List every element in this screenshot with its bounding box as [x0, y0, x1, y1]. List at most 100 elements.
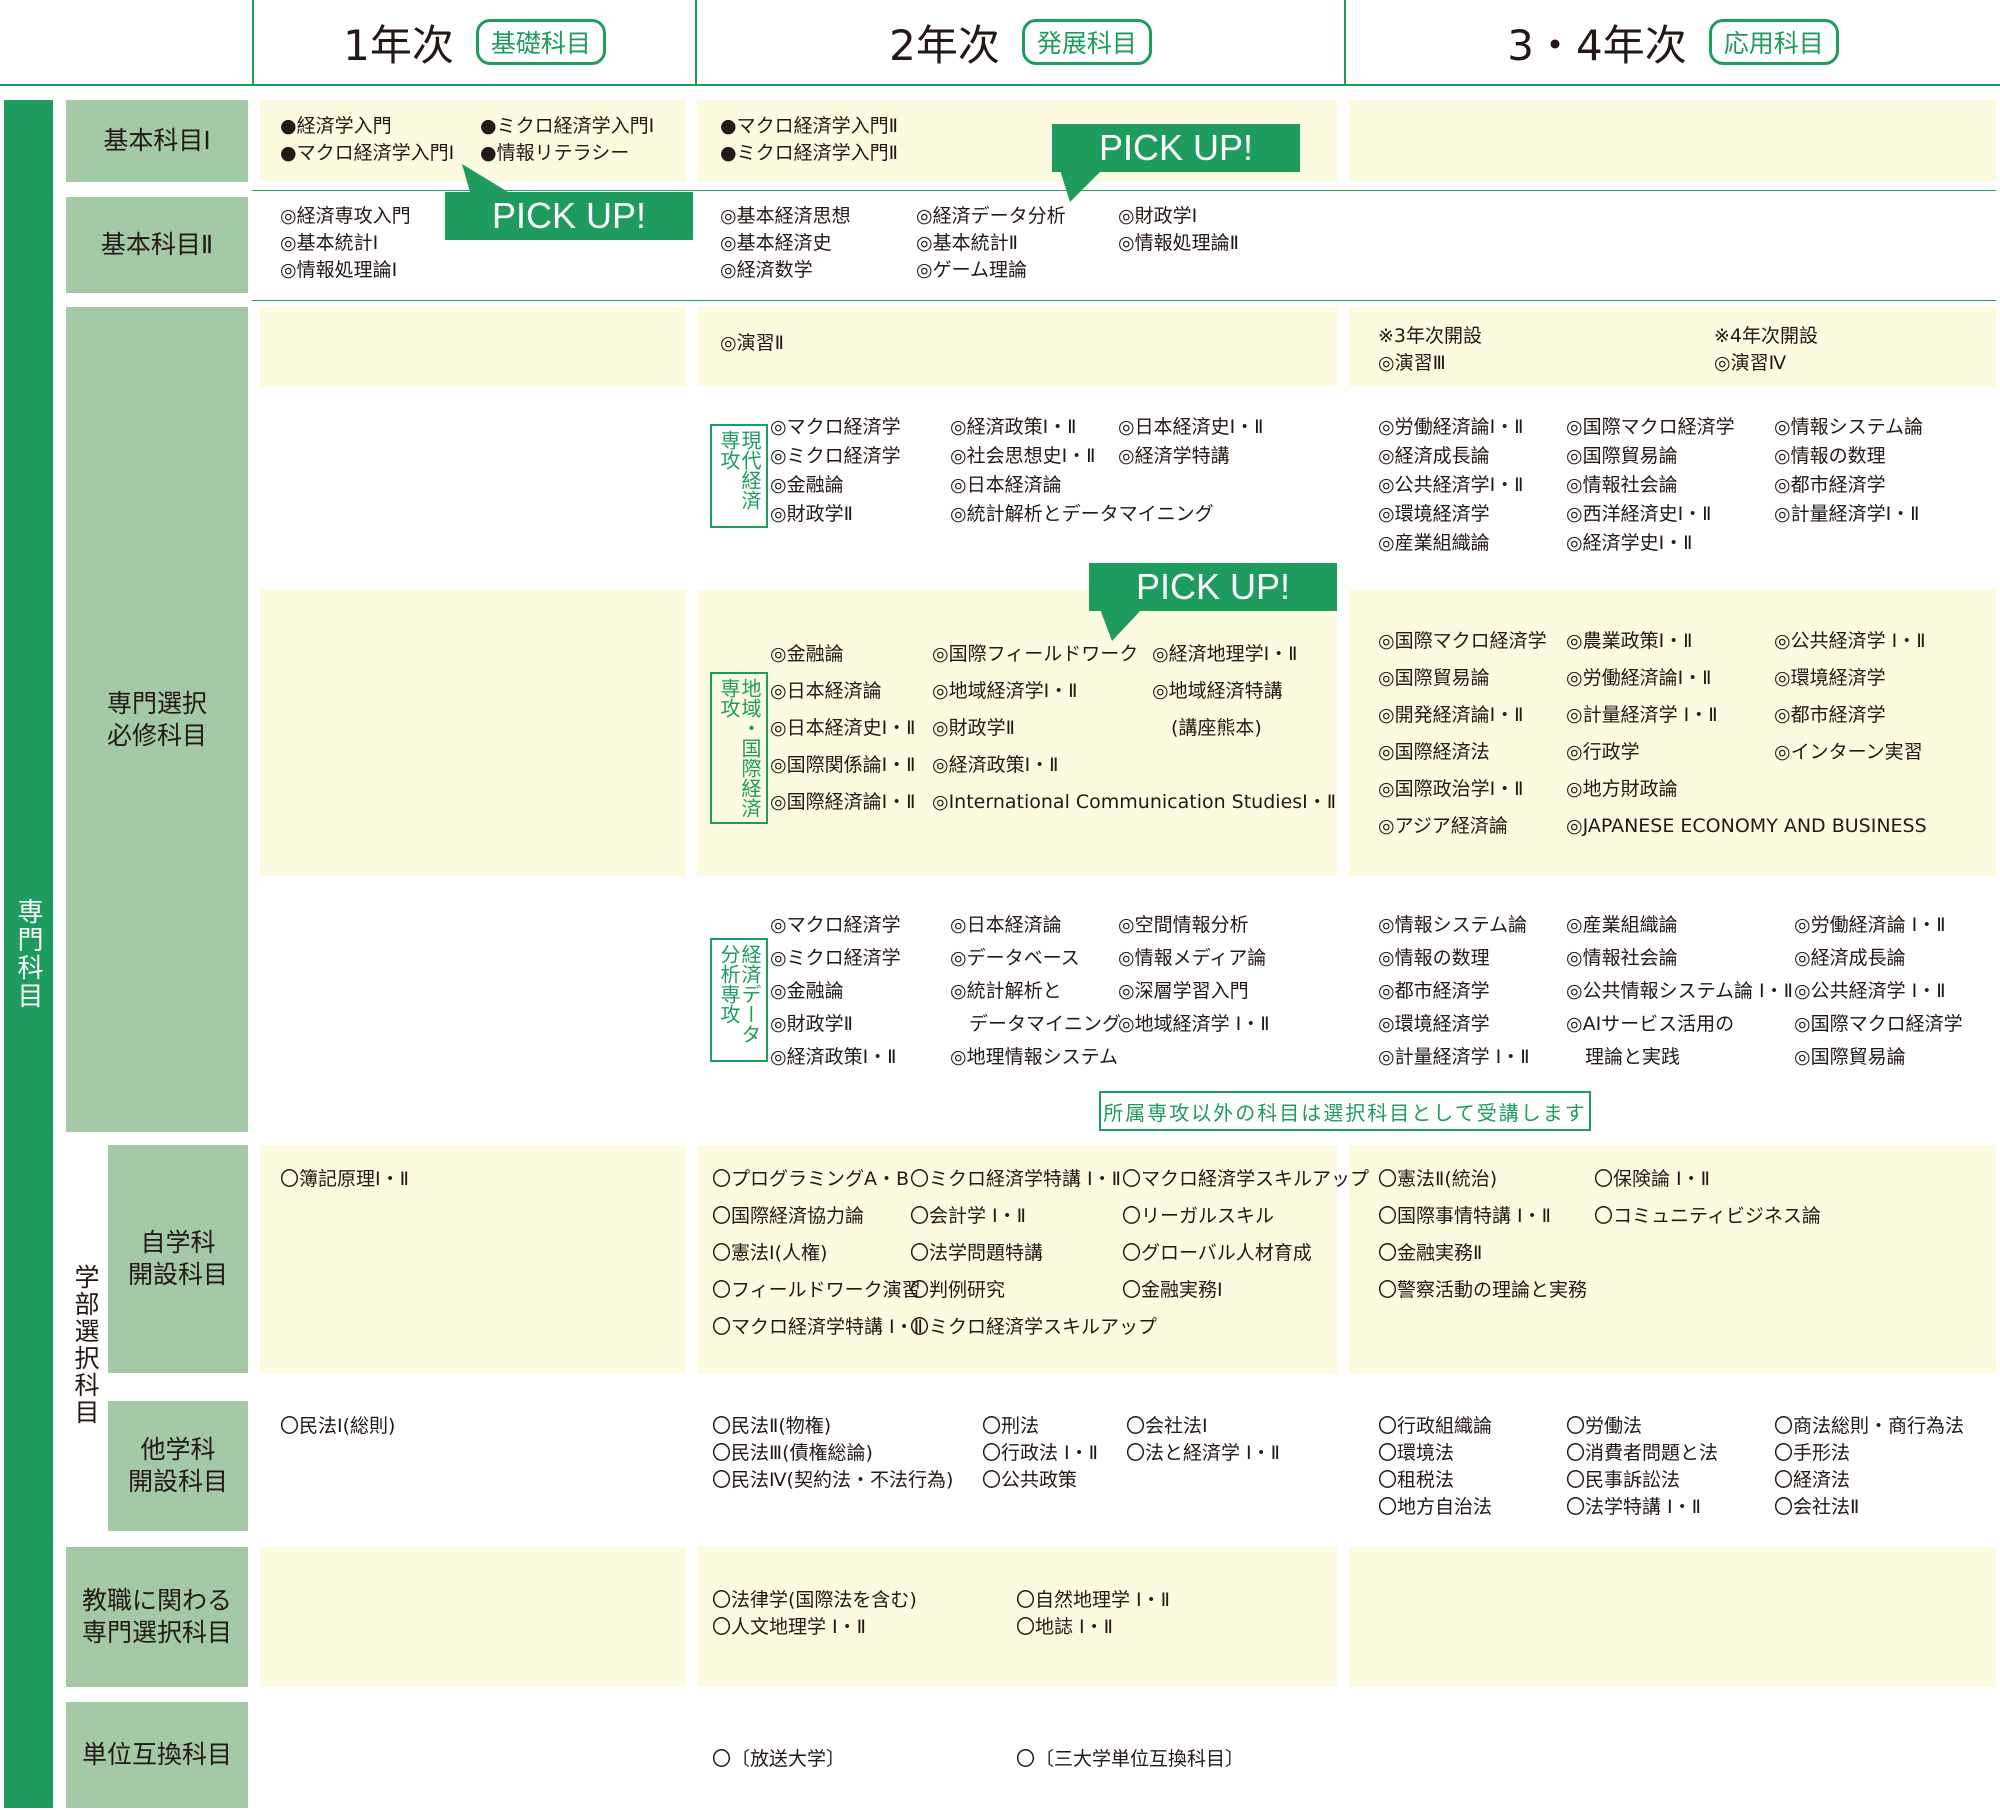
list-item: ◎ゲーム理論 [916, 259, 1028, 281]
list-item: ◎都市経済学 [1774, 474, 1886, 496]
list-item: ◎マクロ経済学 [770, 416, 901, 438]
list-item: ◎産業組織論 [1566, 914, 1678, 936]
credit-y2-col1: 〇〔放送大学〕 [712, 1746, 845, 1773]
list-item: ◎International Communication StudiesⅠ・Ⅱ [932, 791, 1337, 813]
major-tag-label: 経済データ分析専攻 [717, 944, 762, 1044]
list-item: ◎情報システム論 [1378, 914, 1528, 936]
teacher-y2-col1: 〇法律学(国際法を含む) 〇人文地理学 Ⅰ・Ⅱ [712, 1587, 917, 1641]
list-item: ◎公共経済学Ⅰ・Ⅱ [1378, 474, 1524, 496]
list-item: ◎日本経済論 [950, 914, 1062, 936]
list-item: 〇警察活動の理論と実務 [1378, 1279, 1588, 1301]
list-item: ◎公共情報システム論 Ⅰ・Ⅱ [1566, 980, 1794, 1002]
list-item: ◎経済データ分析 [916, 205, 1066, 227]
list-item: ◎経済地理学Ⅰ・Ⅱ [1152, 643, 1298, 665]
row-label-required: 専門選択 必修科目 [66, 307, 248, 1132]
list-item: ◎西洋経済史Ⅰ・Ⅱ [1566, 503, 1712, 525]
list-item: 〇民法Ⅲ(債権総論) [712, 1442, 873, 1464]
analysis-y34-col2: ◎産業組織論 ◎情報社会論 ◎公共情報システム論 Ⅰ・Ⅱ ◎AIサービス活用の … [1566, 909, 1793, 1074]
list-item: ◎国際マクロ経済学 [1378, 630, 1547, 652]
row-label-basic1: 基本科目Ⅰ [66, 100, 248, 182]
list-item: ◎財政学Ⅱ [770, 503, 853, 525]
list-item: ◎情報処理論Ⅰ [280, 259, 398, 281]
list-item: ◎金融論 [770, 474, 844, 496]
own-y34-col2: 〇保険論 Ⅰ・Ⅱ 〇コミュニティビジネス論 [1594, 1161, 1821, 1235]
list-item: ◎基本経済思想 [720, 205, 851, 227]
list-item: 〇国際事情特講 Ⅰ・Ⅱ [1378, 1205, 1551, 1227]
list-item: 〇刑法 [982, 1415, 1040, 1437]
list-item: 〇行政法 Ⅰ・Ⅱ [982, 1442, 1098, 1464]
basic2-y2-col3: ◎財政学Ⅰ ◎情報処理論Ⅱ [1118, 203, 1239, 257]
year-header-1: 1年次 基礎科目 [254, 0, 695, 84]
list-item: ◎金融論 [770, 643, 844, 665]
list-item: ◎地域経済学 Ⅰ・Ⅱ [1118, 1013, 1270, 1035]
list-item: ◎日本経済史Ⅰ・Ⅱ [1118, 416, 1264, 438]
pickup-badge-3: PICK UP! [1089, 563, 1337, 611]
row-divider [252, 300, 1996, 301]
list-item: ◎インターン実習 [1774, 741, 1923, 763]
seminar-note: ※4年次開設 [1714, 325, 1819, 347]
other-y2-col1: 〇民法Ⅱ(物権) 〇民法Ⅲ(債権総論) 〇民法Ⅳ(契約法・不法行為) [712, 1413, 953, 1494]
section-senmon: 専門科目 [4, 100, 53, 1808]
list-item: 〇ミクロ経済学特講 Ⅰ・Ⅱ [910, 1168, 1121, 1190]
list-item: ◎地理情報システム [950, 1046, 1119, 1068]
list-item: ◎地域経済特講 [1152, 680, 1283, 702]
list-item: ◎環境経済学 [1378, 503, 1490, 525]
list-item: 〇法と経済学 Ⅰ・Ⅱ [1126, 1442, 1280, 1464]
list-item: ◎経済政策Ⅰ・Ⅱ [770, 1046, 897, 1068]
list-item: ◎地方財政論 [1566, 778, 1678, 800]
list-item: ●マクロ経済学入門Ⅰ [280, 142, 455, 164]
basic1-y2-col1: ●マクロ経済学入門Ⅱ ●ミクロ経済学入門Ⅱ [720, 113, 898, 167]
list-item: ◎基本統計Ⅱ [916, 232, 1018, 254]
list-item: 〇商法総則・商行為法 [1774, 1415, 1965, 1437]
list-item: 〇金融実務Ⅰ [1122, 1279, 1223, 1301]
list-item: 〇消費者問題と法 [1566, 1442, 1719, 1464]
list-item: ◎情報の数理 [1378, 947, 1490, 969]
year-header-2: 2年次 発展科目 [697, 0, 1344, 84]
year-label: 3・4年次 [1507, 20, 1687, 70]
list-item: ◎公共経済学 Ⅰ・Ⅱ [1774, 630, 1926, 652]
basic1-y1-col2: ●ミクロ経済学入門Ⅰ ●情報リテラシー [480, 113, 654, 167]
list-item: ◎公共経済学 Ⅰ・Ⅱ [1794, 980, 1946, 1002]
list-item: 〇手形法 [1774, 1442, 1851, 1464]
list-item: ◎都市経済学 [1774, 704, 1886, 726]
other-y34-col3: 〇商法総則・商行為法 〇手形法 〇経済法 〇会社法Ⅱ [1774, 1413, 1964, 1521]
other-y34-col1: 〇行政組織論 〇環境法 〇租税法 〇地方自治法 [1378, 1413, 1492, 1521]
credit-y2-col2: 〇〔三大学単位互換科目〕 [1016, 1746, 1244, 1773]
list-item: 〇リーガルスキル [1122, 1205, 1275, 1227]
list-item: 〇民法Ⅰ(総則) [280, 1415, 396, 1437]
list-item: ●ミクロ経済学入門Ⅰ [480, 115, 655, 137]
list-item: 〇会社法Ⅱ [1774, 1496, 1860, 1518]
modern-y34-col3: ◎情報システム論 ◎情報の数理 ◎都市経済学 ◎計量経済学Ⅰ・Ⅱ [1774, 413, 1923, 529]
list-item: ◎国際マクロ経済学 [1794, 1013, 1963, 1035]
list-item: ◎経済数学 [720, 259, 813, 281]
pickup-pointer-1 [462, 164, 508, 192]
list-item: ◎国際政治学Ⅰ・Ⅱ [1378, 778, 1524, 800]
own-y34-col1: 〇憲法Ⅱ(統治) 〇国際事情特講 Ⅰ・Ⅱ 〇金融実務Ⅱ 〇警察活動の理論と実務 [1378, 1161, 1587, 1309]
list-item: ◎開発経済論Ⅰ・Ⅱ [1378, 704, 1524, 726]
analysis-y2-col1: ◎マクロ経済学 ◎ミクロ経済学 ◎金融論 ◎財政学Ⅱ ◎経済政策Ⅰ・Ⅱ [770, 909, 901, 1074]
row-label-credit: 単位互換科目 [66, 1702, 248, 1808]
own-y2-col1: 〇プログラミングA・B 〇国際経済協力論 〇憲法Ⅰ(人権) 〇フィールドワーク演… [712, 1161, 923, 1346]
cell-seminar-y2 [697, 307, 1337, 386]
analysis-y34-col3: ◎労働経済論 Ⅰ・Ⅱ ◎経済成長論 ◎公共経済学 Ⅰ・Ⅱ ◎国際マクロ経済学 ◎… [1794, 909, 1963, 1074]
list-item: 〇法律学(国際法を含む) [712, 1589, 917, 1611]
list-item: ◎マクロ経済学 [770, 914, 901, 936]
row-label-own-dept: 自学科 開設科目 [108, 1145, 248, 1373]
list-item: ◎国際経済論Ⅰ・Ⅱ [770, 791, 916, 813]
year-header-3: 3・4年次 応用科目 [1346, 0, 2000, 84]
list-item: 〇行政組織論 [1378, 1415, 1493, 1437]
year-tag: 応用科目 [1708, 19, 1839, 65]
list-item: ◎経済成長論 [1378, 445, 1490, 467]
list-item: ◎基本経済史 [720, 232, 832, 254]
list-item: ◎日本経済論 [950, 474, 1062, 496]
analysis-y34-col1: ◎情報システム論 ◎情報の数理 ◎都市経済学 ◎環境経済学 ◎計量経済学 Ⅰ・Ⅱ [1378, 909, 1530, 1074]
list-item: 〇地誌 Ⅰ・Ⅱ [1016, 1616, 1113, 1638]
list-item: 〇憲法Ⅰ(人権) [712, 1242, 828, 1264]
list-item: 〇労働法 [1566, 1415, 1643, 1437]
list-item: 〇ミクロ経済学スキルアップ [910, 1316, 1158, 1338]
list-item: ◎経済成長論 [1794, 947, 1906, 969]
list-item: 〇会社法Ⅰ [1126, 1415, 1208, 1437]
list-item: ◎情報の数理 [1774, 445, 1886, 467]
list-item: 〇民事訴訟法 [1566, 1469, 1681, 1491]
list-item: 〇経済法 [1774, 1469, 1851, 1491]
